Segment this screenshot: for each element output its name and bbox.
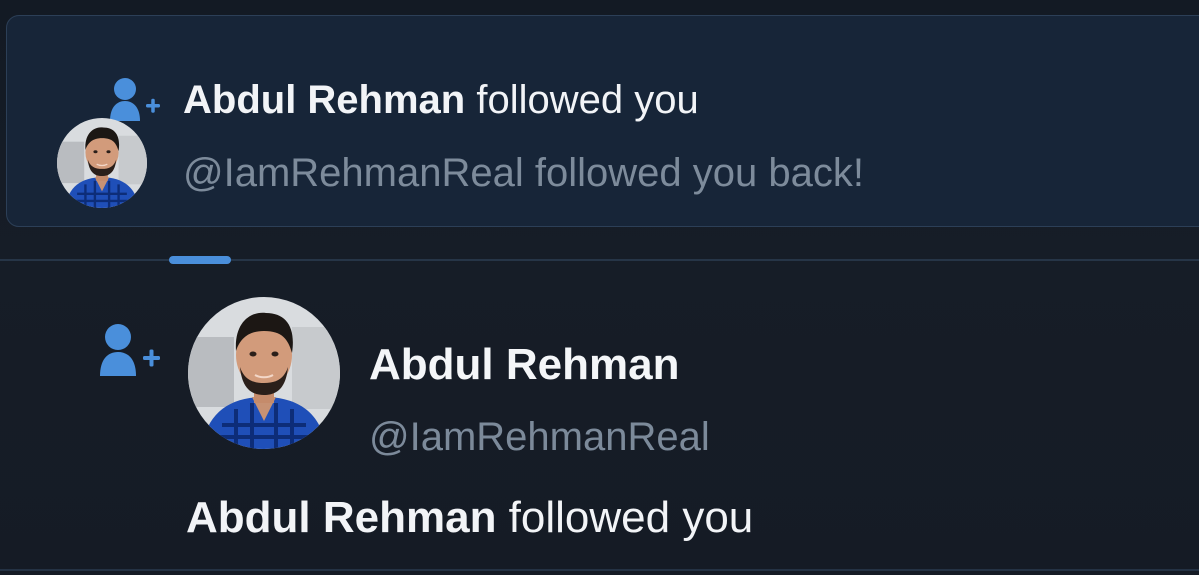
follow-notification-card[interactable]: Abdul Rehman followed you @IamRehmanReal… (6, 15, 1199, 227)
divider (0, 569, 1199, 571)
notifications-page: Abdul Rehman followed you @IamRehmanReal… (0, 0, 1199, 575)
user-handle[interactable]: @IamRehmanReal (369, 413, 710, 461)
avatar-image (188, 297, 340, 449)
notification-subtitle: @IamRehmanReal followed you back! (183, 151, 864, 195)
avatar-image (57, 118, 147, 208)
follow-message-action: followed you (496, 493, 754, 542)
user-display-name[interactable]: Abdul Rehman (369, 339, 679, 391)
user-avatar[interactable] (188, 297, 340, 449)
follow-message-name: Abdul Rehman (186, 493, 497, 542)
follow-message: Abdul Rehman followed you (186, 492, 753, 544)
notification-user-name[interactable]: Abdul Rehman (183, 78, 465, 122)
tab-indicator (169, 256, 231, 264)
add-user-icon (100, 324, 160, 376)
notification-action: followed you (465, 78, 699, 122)
user-avatar[interactable] (57, 118, 147, 208)
notification-title: Abdul Rehman followed you (183, 76, 699, 124)
